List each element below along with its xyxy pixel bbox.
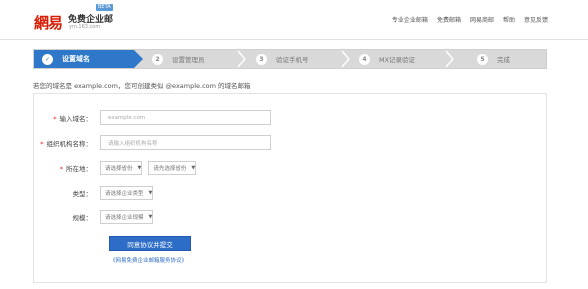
netease-logo: 網易 (34, 14, 63, 32)
nav-link-help[interactable]: 帮助 (503, 15, 515, 24)
header: 網易 免费企业邮 BETA ym.163.com 专业企业邮箱 免费邮箱 网易商… (0, 0, 588, 38)
step-label: MX记录验证 (379, 56, 416, 64)
nav-link-feedback[interactable]: 意见反馈 (524, 15, 548, 24)
chevron-down-icon: ▼ (137, 165, 142, 171)
domain-hint: 若您的域名是 example.com，您可创建类似 @example.com 的… (33, 82, 251, 90)
header-divider (0, 39, 588, 40)
city-select[interactable]: 请先选择省份 ▼ (148, 161, 197, 175)
step-verify-phone: 3 验证手机号 (256, 50, 309, 68)
location-row: * 所在地： 请选择省份 ▼ 请先选择省份 ▼ (34, 161, 202, 175)
step-label: 设置域名 (62, 55, 90, 63)
chevron-down-icon: ▼ (191, 165, 196, 171)
chevron-down-icon: ▼ (148, 190, 153, 196)
step-number: 4 (359, 53, 370, 65)
step-done: 5 完成 (477, 50, 510, 68)
step-separator (340, 50, 350, 68)
brand-url: ym.163.com (69, 24, 101, 30)
nav-link-pro-email[interactable]: 专业企业邮箱 (392, 15, 428, 24)
org-row: * 组织机构名称： 请输入组织机构名称 (34, 135, 271, 150)
scale-label: 规模： (72, 214, 93, 222)
step-label: 设置管理员 (172, 56, 205, 64)
step-set-domain: ✓ 设置域名 (34, 50, 143, 68)
type-select[interactable]: 请选择企业类型 ▼ (100, 186, 154, 200)
chevron-down-icon: ▼ (148, 214, 153, 220)
step-mx-verify: 4 MX记录验证 (359, 50, 415, 68)
province-select[interactable]: 请选择省份 ▼ (100, 161, 143, 175)
domain-form: * 输入域名： example.com * 组织机构名称： 请输入组织机构名称 * 所… (33, 93, 547, 283)
domain-label: * 输入域名： (53, 114, 92, 123)
step-set-admin: 2 设置管理员 (152, 50, 205, 68)
beta-badge: BETA (96, 4, 113, 11)
location-label: * 所在地： (59, 165, 92, 173)
step-label: 完成 (497, 56, 510, 64)
required-mark: * (53, 114, 57, 123)
step-separator (236, 50, 246, 68)
top-navigation: 专业企业邮箱 免费邮箱 网易商邮 帮助 意见反馈 (392, 15, 548, 24)
check-icon: ✓ (42, 53, 53, 65)
agree-submit-button[interactable]: 同意协议并提交 (109, 236, 191, 251)
required-mark: * (40, 139, 44, 148)
scale-select[interactable]: 请选择企业规模 ▼ (100, 210, 154, 224)
type-row: 类型： 请选择企业类型 ▼ (34, 186, 159, 200)
type-label: 类型： (72, 190, 93, 198)
nav-link-business-email[interactable]: 网易商邮 (470, 15, 494, 24)
progress-steps: ✓ 设置域名 2 设置管理员 3 验证手机号 4 MX记录验证 5 完成 (33, 49, 547, 69)
step-number: 5 (477, 53, 488, 65)
org-name-input[interactable]: 请输入组织机构名称 (100, 135, 271, 150)
scale-row: 规模： 请选择企业规模 ▼ (34, 210, 159, 224)
org-label: * 组织机构名称： (40, 139, 92, 148)
step-label: 验证手机号 (276, 56, 309, 64)
step-number: 2 (152, 53, 163, 65)
service-agreement-link[interactable]: 《网易免费企业邮箱服务协议》 (110, 256, 187, 264)
step-number: 3 (256, 53, 267, 65)
domain-row: * 输入域名： example.com (34, 110, 271, 125)
domain-input[interactable]: example.com (100, 110, 271, 125)
required-mark: * (59, 165, 63, 173)
nav-link-free-email[interactable]: 免费邮箱 (437, 15, 461, 24)
step-separator (444, 50, 454, 68)
